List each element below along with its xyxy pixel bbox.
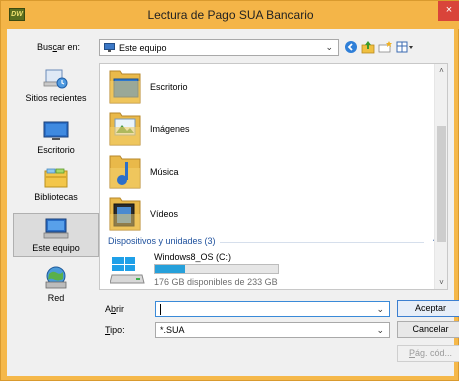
window-title: Lectura de Pago SUA Bancario (147, 8, 314, 22)
list-item[interactable]: Imágenes (108, 109, 428, 149)
place-desktop[interactable]: Escritorio (13, 120, 99, 158)
list-item[interactable]: Vídeos (108, 194, 428, 234)
pictures-folder-icon (109, 112, 141, 146)
lookin-combo[interactable]: Este equipo ⌄ (99, 39, 339, 56)
recent-places-icon (43, 69, 68, 89)
scroll-down-icon[interactable]: ˅ (435, 278, 447, 287)
computer-icon (43, 218, 69, 239)
dialog-window: DW Lectura de Pago SUA Bancario × Buscar… (0, 0, 459, 381)
view-menu-icon[interactable] (396, 40, 414, 54)
place-this-pc[interactable]: Este equipo (13, 213, 99, 257)
libraries-icon (44, 168, 68, 188)
file-list[interactable]: Escritorio Imágenes Música Vídeos Dispos… (99, 63, 448, 290)
place-recent[interactable]: Sitios recientes (13, 68, 99, 106)
dialog-client: Buscar en: Este equipo ⌄ Sitios reciente… (7, 29, 459, 376)
up-folder-icon[interactable] (361, 40, 375, 54)
drives-group-header[interactable]: Dispositivos y unidades (3) ˄ (108, 234, 438, 248)
back-icon[interactable] (344, 40, 358, 54)
drive-icon (110, 257, 145, 284)
lookin-value: Este equipo (119, 43, 167, 53)
chevron-down-icon[interactable]: ⌄ (376, 304, 384, 315)
open-label: Abrir (105, 304, 125, 314)
type-label: Tipo: (105, 325, 125, 335)
computer-small-icon (104, 43, 115, 52)
desktop-icon (43, 121, 69, 140)
desktop-folder-icon (109, 70, 141, 104)
videos-folder-icon (109, 197, 141, 231)
open-filename-input[interactable]: ⌄ (155, 301, 390, 317)
file-type-value: *.SUA (160, 325, 185, 335)
drive-usage-fill (155, 265, 186, 273)
new-folder-icon[interactable] (378, 40, 392, 54)
file-type-select[interactable]: *.SUA ⌄ (155, 322, 390, 338)
scroll-thumb[interactable] (437, 126, 446, 242)
chevron-down-icon: ⌄ (325, 42, 333, 52)
places-bar: Sitios recientes Escritorio Bibliotecas (13, 63, 101, 364)
list-item[interactable]: Escritorio (108, 67, 428, 107)
scroll-up-icon[interactable]: ˄ (435, 66, 447, 75)
text-caret (160, 304, 161, 315)
list-item[interactable]: Música (108, 152, 428, 192)
codepage-button[interactable]: Pág. cód... (397, 345, 459, 362)
drive-item-c[interactable]: Windows8_OS (C:) 176 GB disponibles de 2… (108, 251, 438, 289)
network-icon (45, 266, 67, 289)
close-button[interactable]: × (438, 1, 459, 21)
vertical-scrollbar[interactable]: ˄ ˅ (434, 64, 447, 289)
lookin-label: Buscar en: (37, 42, 81, 52)
title-bar[interactable]: DW Lectura de Pago SUA Bancario × (1, 1, 459, 29)
drive-name: Windows8_OS (C:) (154, 252, 232, 262)
drives-group-title: Dispositivos y unidades (3) (108, 236, 220, 246)
drive-usage-bar (154, 264, 279, 274)
place-libraries[interactable]: Bibliotecas (13, 167, 99, 205)
accept-button[interactable]: Aceptar (397, 300, 459, 317)
drive-space: 176 GB disponibles de 233 GB (154, 277, 278, 287)
chevron-down-icon[interactable]: ⌄ (376, 325, 384, 336)
music-folder-icon (109, 155, 141, 189)
place-network[interactable]: Red (13, 266, 99, 306)
cancel-button[interactable]: Cancelar (397, 321, 459, 338)
